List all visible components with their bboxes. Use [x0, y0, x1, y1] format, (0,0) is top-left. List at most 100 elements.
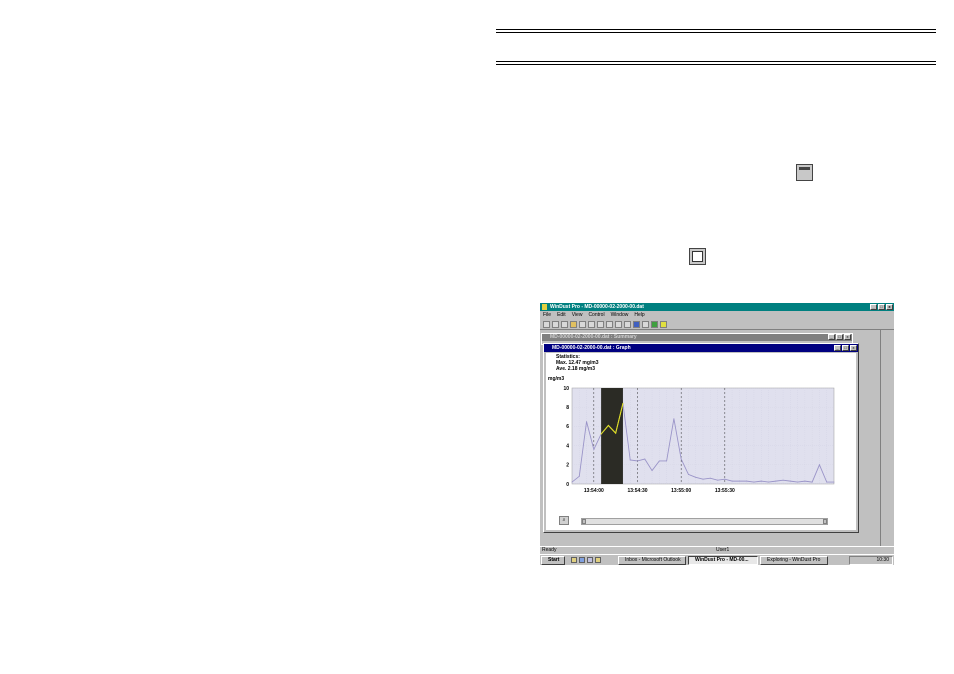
data-point [797, 481, 799, 483]
data-point [571, 481, 573, 483]
header-rule-top-1 [496, 29, 936, 30]
status-ready: Ready [542, 547, 557, 553]
graph-minimize-button[interactable]: _ [834, 345, 841, 351]
paste-icon[interactable] [606, 321, 613, 328]
menu-bar: File Edit View Control Window Help [540, 311, 894, 319]
menu-file[interactable]: File [543, 311, 551, 319]
data-point [622, 402, 624, 404]
y-axis-label: mg/m3 [548, 376, 564, 382]
app-title-bar: WinDust Pro - MD-00000-02-2000-00.dat _ … [540, 303, 894, 311]
data-point [789, 480, 791, 482]
dust-chart[interactable]: mg/m3 0 2 4 6 8 10 13:54:00 13:54:30 13:55:00 13:5… [546, 376, 858, 536]
data-point [746, 480, 748, 482]
menu-edit[interactable]: Edit [557, 311, 566, 319]
toolbar [540, 319, 894, 330]
time-scrollbar[interactable] [581, 518, 828, 525]
maximize-button[interactable]: □ [878, 304, 885, 310]
menu-view[interactable]: View [572, 311, 583, 319]
data-point [811, 481, 813, 483]
summary-window-icon [796, 164, 813, 181]
y-tick-label: 10 [563, 386, 569, 392]
save-icon[interactable] [579, 321, 586, 328]
table-view-icon[interactable] [624, 321, 631, 328]
graph-close-button[interactable]: x [850, 345, 857, 351]
data-point [637, 460, 638, 462]
header-rule-top-2 [496, 32, 936, 33]
data-point [760, 480, 762, 482]
y-tick-label: 2 [566, 463, 569, 469]
data-point [673, 418, 675, 420]
y-tick-label: 4 [566, 443, 569, 449]
data-point [629, 459, 631, 461]
data-point [768, 481, 769, 483]
menu-window[interactable]: Window [611, 311, 629, 319]
zoom-icon[interactable]: ⌕ [559, 516, 569, 525]
task-windust[interactable]: WinDust Pro - MD-00... [688, 556, 758, 565]
data-point [658, 460, 660, 462]
graph-window-title: MD-00000-02-2000-00.dat : Graph [544, 344, 858, 352]
data-point [724, 478, 726, 480]
scroll-left-handle[interactable] [582, 519, 586, 524]
open-icon[interactable] [570, 321, 577, 328]
y-tick-label: 6 [566, 424, 569, 430]
task-exploring[interactable]: Exploring - WinDust Pro [760, 556, 828, 565]
help-icon[interactable] [660, 321, 667, 328]
data-point [615, 432, 617, 434]
start-button[interactable]: Start [541, 556, 565, 565]
menu-control[interactable]: Control [588, 311, 604, 319]
x-tick-label: 13:54:00 [584, 488, 604, 494]
selection-band [601, 388, 623, 484]
data-point [666, 460, 668, 462]
new-icon[interactable] [543, 321, 550, 328]
graph-window[interactable]: MD-00000-02-2000-00.dat : Graph _ □ x St… [543, 343, 859, 533]
quick-launch-icon-3[interactable] [587, 557, 593, 563]
y-tick-label: 0 [566, 482, 569, 488]
taskbar: Start Inbox - Microsoft Outlook WinDust … [540, 554, 894, 565]
graph-maximize-button[interactable]: □ [842, 345, 849, 351]
graph-window-icon [689, 248, 706, 265]
data-point [818, 464, 820, 466]
data-point [717, 479, 719, 481]
summary-maximize-button[interactable]: □ [836, 334, 843, 340]
close-button[interactable]: x [886, 304, 893, 310]
header-rule-bottom-1 [496, 61, 936, 62]
data-point [833, 481, 835, 483]
data-point [702, 478, 704, 480]
menu-help[interactable]: Help [634, 311, 644, 319]
header-rule-bottom-2 [496, 64, 936, 65]
clock: 10:30 [876, 557, 889, 563]
data-point [586, 421, 588, 423]
chart-view-icon[interactable] [642, 321, 649, 328]
data-point [782, 479, 784, 481]
summary-window-title: MD-00000-02-2000-00.dat : Summary [542, 334, 852, 341]
upload-icon[interactable] [561, 321, 568, 328]
graph-view-icon[interactable] [633, 321, 640, 328]
data-point [680, 458, 682, 460]
summary-close-button[interactable]: x [844, 334, 851, 340]
x-tick-label: 13:55:00 [671, 488, 691, 494]
x-tick-label: 13:54:30 [627, 488, 647, 494]
data-point [600, 433, 602, 435]
quick-launch-icon-4[interactable] [595, 557, 601, 563]
report-icon[interactable] [651, 321, 658, 328]
copy-icon[interactable] [597, 321, 604, 328]
data-point [826, 481, 828, 483]
scroll-right-handle[interactable] [823, 519, 827, 524]
statistics-panel: Statistics: Max. 12.47 mg/m3 Ave. 2.18 m… [556, 354, 599, 372]
quick-launch-icon-1[interactable] [571, 557, 577, 563]
quick-launch-icon-2[interactable] [579, 557, 585, 563]
data-point [738, 480, 740, 482]
download-icon[interactable] [552, 321, 559, 328]
print-icon[interactable] [588, 321, 595, 328]
app-title: WinDust Pro - MD-00000-02-2000-00.dat [550, 304, 644, 310]
task-outlook[interactable]: Inbox - Microsoft Outlook [618, 556, 686, 565]
windust-screenshot: WinDust Pro - MD-00000-02-2000-00.dat _ … [540, 303, 894, 565]
data-point [593, 448, 595, 450]
minimize-button[interactable]: _ [870, 304, 877, 310]
status-bar: Ready User1 [540, 546, 894, 554]
data-point [775, 480, 777, 482]
data-point [607, 424, 609, 426]
summary-minimize-button[interactable]: _ [828, 334, 835, 340]
vertical-scrollbar[interactable] [880, 330, 894, 546]
summary-view-icon[interactable] [615, 321, 622, 328]
